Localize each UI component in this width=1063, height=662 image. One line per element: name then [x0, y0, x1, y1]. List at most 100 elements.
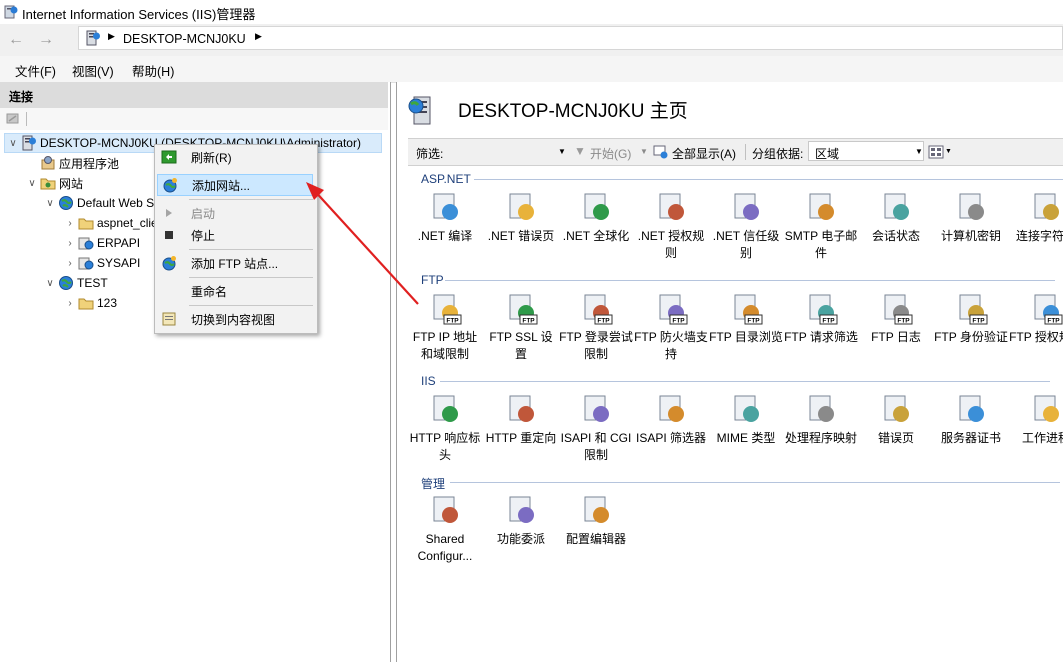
feature-item[interactable]: FTP FTP 目录浏览	[709, 291, 783, 346]
tree-item-label: 应用程序池	[59, 156, 120, 171]
group-title[interactable]: 管理	[421, 475, 445, 492]
add-ftp-site-icon	[162, 256, 176, 271]
feature-label: .NET 授权规则	[637, 229, 705, 260]
address-box[interactable]: ▶ DESKTOP-MCNJ0KU ▶	[78, 26, 1063, 50]
breadcrumb-server[interactable]: DESKTOP-MCNJ0KU	[123, 32, 246, 46]
stop-icon	[165, 231, 173, 239]
feature-label: FTP 身份验证	[934, 330, 1008, 344]
feature-icon	[509, 193, 534, 220]
chevron-right-icon[interactable]: ›	[64, 258, 76, 269]
feature-icon: FTP	[433, 294, 462, 325]
feature-item[interactable]: 配置编辑器	[559, 493, 633, 548]
chevron-right-icon[interactable]: ›	[64, 218, 76, 229]
feature-item[interactable]: Shared Configur...	[408, 493, 482, 565]
group-title[interactable]: IIS	[421, 374, 436, 388]
chevron-down-icon[interactable]: ∨	[44, 278, 56, 289]
view-mode-dropdown-icon[interactable]: ▼	[945, 148, 952, 155]
ftp-badge-text: FTP	[1047, 318, 1060, 325]
menu-help[interactable]: 帮助(H)	[132, 61, 174, 80]
ftp-badge-text: FTP	[747, 318, 760, 325]
feature-item[interactable]: .NET 授权规则	[634, 190, 708, 262]
web-app-icon	[78, 237, 94, 250]
feature-item[interactable]: MIME 类型	[709, 392, 783, 447]
feature-icon: FTP	[734, 294, 763, 325]
feature-item[interactable]: HTTP 响应标头	[408, 392, 482, 464]
feature-item[interactable]: HTTP 重定向	[484, 392, 558, 447]
feature-item[interactable]: FTP FTP 请求筛选	[784, 291, 858, 346]
feature-item[interactable]: FTP FTP 身份验证	[934, 291, 1008, 346]
filter-input[interactable]	[448, 142, 568, 160]
forward-button[interactable]: →	[34, 28, 58, 52]
feature-item[interactable]: SMTP 电子邮件	[784, 190, 858, 262]
context-menu: 刷新(R) 添加网站... 启动 停止 添加 FTP 站点... 重命名 切换到…	[154, 144, 318, 334]
feature-item[interactable]: 功能委派	[484, 493, 558, 548]
ctx-start[interactable]: 启动	[157, 202, 313, 224]
feature-item[interactable]: ISAPI 和 CGI 限制	[559, 392, 633, 464]
feature-item[interactable]: 会话状态	[859, 190, 933, 245]
tree-item-label: TEST	[77, 276, 108, 290]
feature-item[interactable]: .NET 全球化	[559, 190, 633, 245]
feature-icon	[734, 193, 759, 220]
chevron-down-icon[interactable]: ∨	[26, 178, 38, 189]
feature-item[interactable]: 工作进程	[1009, 392, 1063, 447]
filter-bar: 筛选: ▼ ▼ 开始(G) ▼ 全部显示(A) 分组依据: 区域 ▼ ▼	[408, 138, 1063, 166]
ctx-add-ftp-site[interactable]: 添加 FTP 站点...	[157, 252, 313, 274]
feature-item[interactable]: 错误页	[859, 392, 933, 447]
feature-icon	[809, 193, 834, 220]
feature-item[interactable]: FTP FTP SSL 设置	[484, 291, 558, 363]
menu-view[interactable]: 视图(V)	[72, 61, 114, 80]
feature-item[interactable]: 服务器证书	[934, 392, 1008, 447]
connect-icon[interactable]	[5, 111, 20, 126]
annotation-arrow	[306, 182, 419, 305]
tree-item-label: 123	[97, 296, 118, 310]
feature-icon: FTP	[809, 294, 838, 325]
go-button[interactable]: 开始(G)	[590, 145, 631, 162]
start-icon	[166, 209, 172, 217]
ctx-add-website[interactable]: 添加网站...	[157, 174, 313, 196]
chevron-right-icon[interactable]: ›	[64, 238, 76, 249]
menu-file[interactable]: 文件(F)	[15, 61, 56, 80]
chevron-down-icon[interactable]: ∨	[7, 138, 19, 149]
tree-item-label: SYSAPI	[97, 256, 141, 270]
feature-item[interactable]: 连接字符串	[1009, 190, 1063, 245]
show-all-button[interactable]: 全部显示(A)	[672, 145, 736, 162]
chevron-right-icon[interactable]: ›	[64, 298, 76, 309]
feature-item[interactable]: FTP FTP 日志	[859, 291, 933, 346]
group-title[interactable]: ASP.NET	[421, 172, 471, 186]
feature-label: 计算机密钥	[940, 229, 1001, 243]
filter-dropdown-icon[interactable]: ▼	[558, 147, 566, 156]
feature-label: MIME 类型	[716, 431, 776, 445]
folder-icon	[78, 298, 94, 310]
ctx-separator	[189, 305, 313, 306]
ctx-switch-content-view[interactable]: 切换到内容视图	[157, 308, 313, 330]
feature-item[interactable]: 处理程序映射	[784, 392, 858, 447]
group-by-value: 区域	[815, 147, 840, 161]
feature-item[interactable]: 计算机密钥	[934, 190, 1008, 245]
ctx-rename[interactable]: 重命名	[157, 280, 313, 302]
ctx-refresh[interactable]: 刷新(R)	[157, 146, 313, 168]
feature-icon	[584, 395, 609, 422]
feature-item[interactable]: FTP FTP 登录尝试限制	[559, 291, 633, 363]
chevron-down-icon[interactable]: ∨	[44, 198, 56, 209]
view-mode-icon[interactable]	[928, 144, 944, 160]
back-button[interactable]: ←	[4, 28, 28, 52]
ctx-separator	[189, 199, 313, 200]
features-pane	[396, 82, 1063, 662]
breadcrumb-chevron-icon: ▶	[255, 31, 262, 41]
feature-label: FTP 授权规则	[1009, 330, 1063, 344]
go-dropdown-icon[interactable]: ▼	[640, 147, 648, 156]
breadcrumb-chevron-icon: ▶	[108, 31, 115, 41]
feature-item[interactable]: ISAPI 筛选器	[634, 392, 708, 447]
group-by-select[interactable]: 区域 ▼	[808, 141, 924, 161]
feature-label: 连接字符串	[1015, 229, 1063, 243]
feature-icon	[659, 193, 684, 220]
feature-item[interactable]: FTP FTP 防火墙支持	[634, 291, 708, 363]
feature-icon	[433, 193, 458, 220]
group-divider	[440, 381, 1050, 382]
feature-icon	[959, 193, 984, 220]
feature-item[interactable]: FTP FTP 授权规则	[1009, 291, 1063, 346]
feature-item[interactable]: .NET 信任级别	[709, 190, 783, 262]
web-app-icon	[78, 257, 94, 270]
ctx-stop[interactable]: 停止	[157, 224, 313, 246]
feature-item[interactable]: .NET 错误页	[484, 190, 558, 245]
